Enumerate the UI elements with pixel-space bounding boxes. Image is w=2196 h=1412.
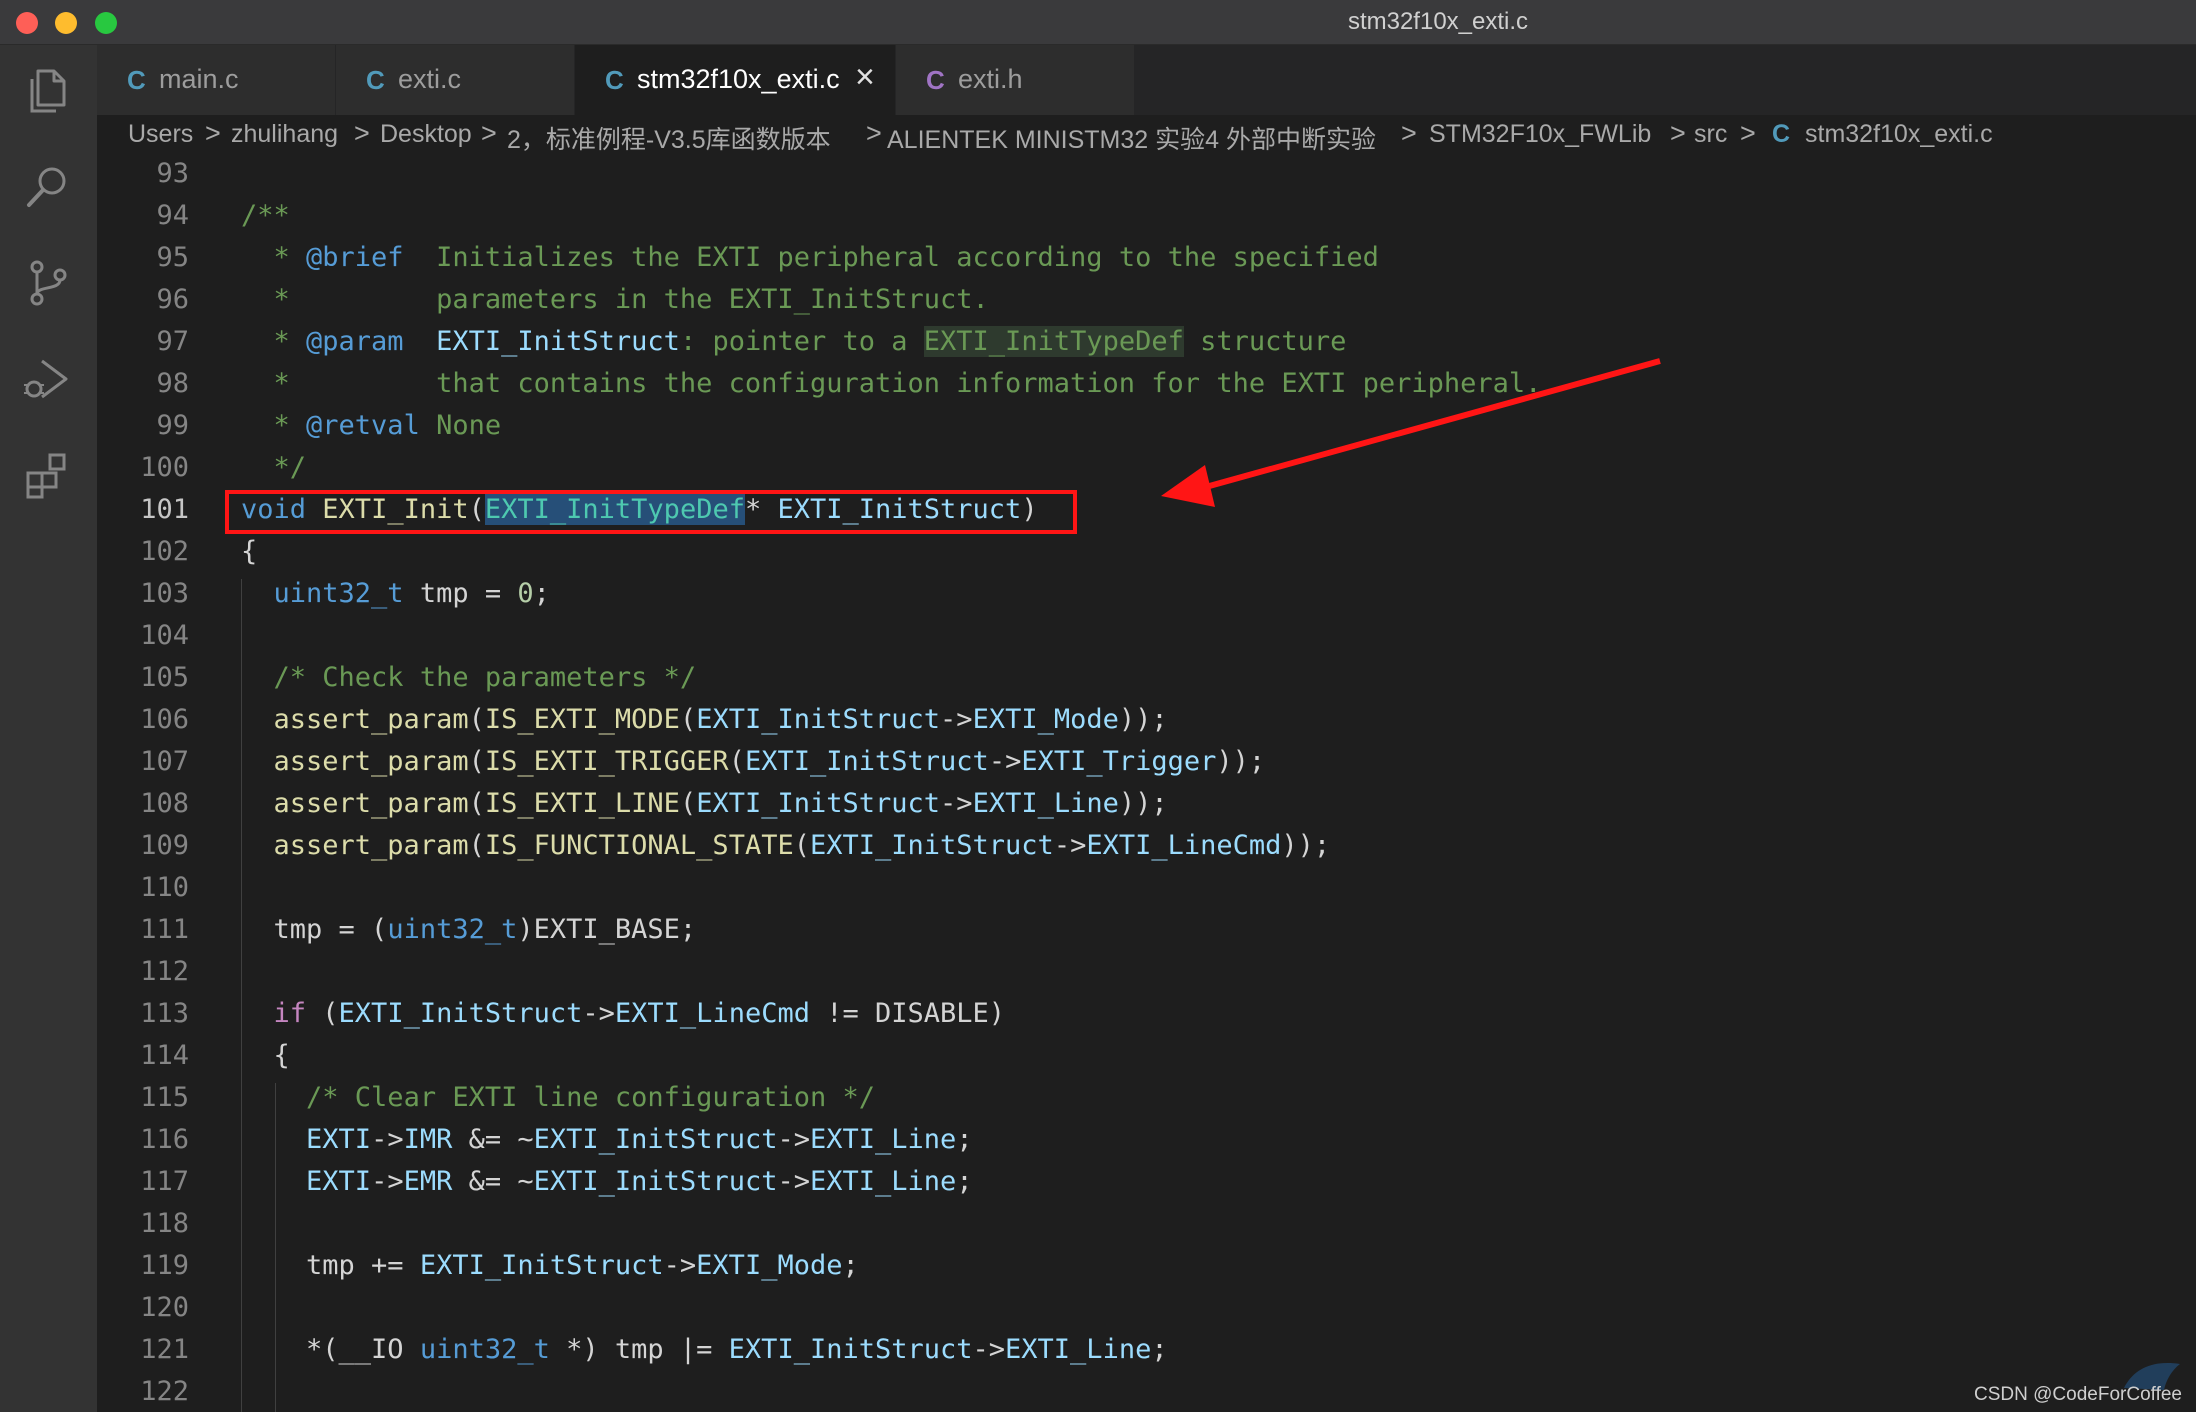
- breadcrumb-item[interactable]: STM32F10x_FWLib: [1429, 120, 1651, 149]
- activity-bar: [0, 45, 97, 1412]
- breadcrumb: Users > zhulihang > Desktop > 2，标准例程-V3.…: [97, 115, 2196, 157]
- tab-bar: C main.c C exti.c C stm32f10x_exti.c × C…: [97, 45, 2196, 115]
- c-file-icon: C: [366, 65, 385, 95]
- breadcrumb-item[interactable]: Users: [128, 120, 193, 149]
- run-debug-icon[interactable]: [20, 351, 76, 407]
- chevron-right-icon: >: [481, 118, 497, 148]
- watermark: CSDN @CodeForCoffee: [1974, 1384, 2182, 1405]
- chevron-right-icon: >: [205, 118, 221, 148]
- annotation-arrow-icon: [1161, 358, 1661, 507]
- breadcrumb-file[interactable]: stm32f10x_exti.c: [1805, 120, 1993, 149]
- breadcrumb-item[interactable]: 2，标准例程-V3.5库函数版本: [507, 120, 831, 156]
- tab-main-c[interactable]: C main.c: [97, 45, 336, 115]
- tab-label: main.c: [159, 64, 239, 94]
- tab-label: exti.c: [398, 64, 462, 94]
- extensions-icon[interactable]: [20, 447, 76, 503]
- code-editor[interactable]: 93 94 95 96 97 98 99 100 101 102 103 104…: [97, 157, 2196, 1412]
- tab-stm32f10x-exti-c[interactable]: C stm32f10x_exti.c ×: [575, 45, 896, 115]
- tab-label: exti.h: [958, 64, 1023, 94]
- title-bar: stm32f10x_exti.c: [0, 0, 2196, 45]
- chevron-right-icon: >: [866, 118, 882, 148]
- source-control-icon[interactable]: [20, 255, 76, 311]
- files-icon[interactable]: [20, 63, 76, 119]
- tab-exti-h[interactable]: C exti.h: [896, 45, 1135, 115]
- c-file-icon: C: [1772, 120, 1791, 148]
- chevron-right-icon: >: [354, 118, 370, 148]
- search-icon[interactable]: [20, 159, 76, 215]
- breadcrumb-item[interactable]: src: [1694, 120, 1727, 149]
- tab-exti-c[interactable]: C exti.c: [336, 45, 575, 115]
- c-file-icon: C: [605, 65, 624, 95]
- breadcrumb-item[interactable]: Desktop: [380, 120, 472, 149]
- breadcrumb-item[interactable]: ALIENTEK MINISTM32 实验4 外部中断实验: [887, 120, 1376, 156]
- tab-label: stm32f10x_exti.c: [637, 64, 840, 94]
- breadcrumb-item[interactable]: zhulihang: [231, 120, 338, 149]
- c-file-icon: C: [127, 65, 146, 95]
- close-icon[interactable]: ×: [855, 60, 875, 94]
- chevron-right-icon: >: [1740, 118, 1756, 148]
- h-file-icon: C: [926, 65, 945, 95]
- chevron-right-icon: >: [1670, 118, 1686, 148]
- window-title: stm32f10x_exti.c: [1347, 8, 1529, 35]
- chevron-right-icon: >: [1401, 118, 1417, 148]
